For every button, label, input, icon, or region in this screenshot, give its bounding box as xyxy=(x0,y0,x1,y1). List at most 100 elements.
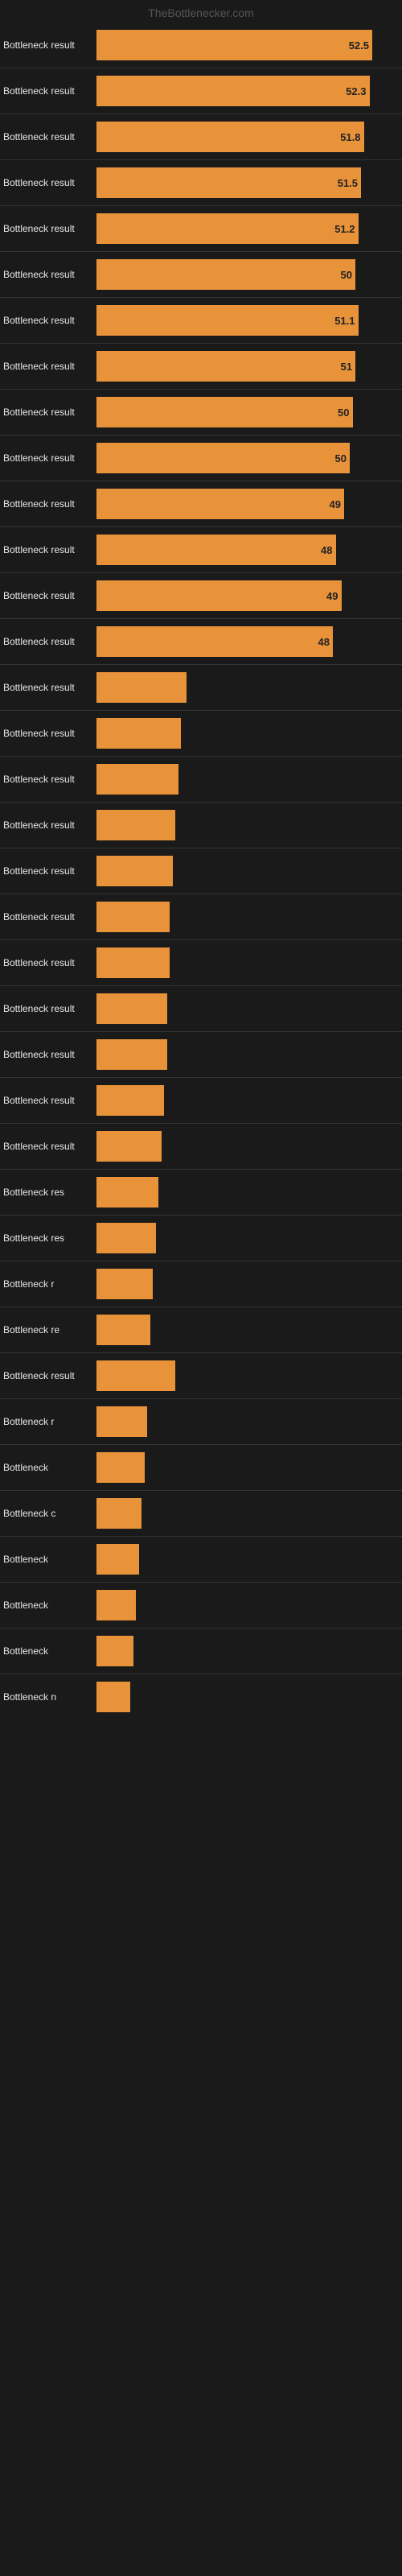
separator-3 xyxy=(0,205,402,206)
bar-label-30: Bottleneck r xyxy=(0,1416,96,1427)
separator-5 xyxy=(0,297,402,298)
bar-fill-22 xyxy=(96,1039,167,1070)
bar-row-0: Bottleneck result 52.5 xyxy=(0,24,402,66)
bar-value-11: 48 xyxy=(321,544,332,556)
separator-6 xyxy=(0,343,402,344)
bar-track-28 xyxy=(96,1315,402,1345)
bar-label-14: Bottleneck result xyxy=(0,682,96,693)
bar-label-2: Bottleneck result xyxy=(0,131,96,142)
bar-track-11: 48 xyxy=(96,535,402,565)
bar-track-7: 51 xyxy=(96,351,402,382)
separator-12 xyxy=(0,618,402,619)
bar-row-5: Bottleneck result 50 xyxy=(0,254,402,295)
bar-track-3: 51.5 xyxy=(96,167,402,198)
bar-label-16: Bottleneck result xyxy=(0,774,96,785)
bar-row-19: Bottleneck result xyxy=(0,896,402,938)
separator-29 xyxy=(0,1398,402,1399)
bar-row-33: Bottleneck xyxy=(0,1538,402,1580)
bar-fill-23 xyxy=(96,1085,164,1116)
bar-value-3: 51.5 xyxy=(338,177,358,189)
bar-row-11: Bottleneck result 48 xyxy=(0,529,402,571)
separator-11 xyxy=(0,572,402,573)
bar-track-33 xyxy=(96,1544,402,1575)
bar-row-20: Bottleneck result xyxy=(0,942,402,984)
bar-label-9: Bottleneck result xyxy=(0,452,96,464)
bar-track-5: 50 xyxy=(96,259,402,290)
bar-fill-32 xyxy=(96,1498,142,1529)
bar-row-4: Bottleneck result51.2 xyxy=(0,208,402,250)
bar-fill-5: 50 xyxy=(96,259,355,290)
bar-label-20: Bottleneck result xyxy=(0,957,96,968)
bar-track-18 xyxy=(96,856,402,886)
bar-fill-1: 52.3 xyxy=(96,76,370,106)
bar-label-11: Bottleneck result xyxy=(0,544,96,555)
bar-row-18: Bottleneck result xyxy=(0,850,402,892)
bar-row-3: Bottleneck result51.5 xyxy=(0,162,402,204)
bar-fill-16 xyxy=(96,764,178,795)
bar-track-4: 51.2 xyxy=(96,213,402,244)
bar-fill-31 xyxy=(96,1452,145,1483)
bar-fill-0: 52.5 xyxy=(96,30,372,60)
bar-label-21: Bottleneck result xyxy=(0,1003,96,1014)
bar-row-10: Bottleneck result 49 xyxy=(0,483,402,525)
bar-row-21: Bottleneck result xyxy=(0,988,402,1030)
separator-8 xyxy=(0,435,402,436)
bar-track-30 xyxy=(96,1406,402,1437)
separator-30 xyxy=(0,1444,402,1445)
bar-label-1: Bottleneck result xyxy=(0,85,96,97)
bar-row-9: Bottleneck result50 xyxy=(0,437,402,479)
bar-row-27: Bottleneck r xyxy=(0,1263,402,1305)
bar-track-27 xyxy=(96,1269,402,1299)
bar-value-5: 50 xyxy=(341,269,352,281)
bar-row-17: Bottleneck result xyxy=(0,804,402,846)
bar-fill-20 xyxy=(96,947,170,978)
bar-label-0: Bottleneck result xyxy=(0,39,96,51)
bar-fill-33 xyxy=(96,1544,139,1575)
bar-label-25: Bottleneck res xyxy=(0,1187,96,1198)
separator-14 xyxy=(0,710,402,711)
bar-label-10: Bottleneck result xyxy=(0,498,96,510)
bar-label-13: Bottleneck result xyxy=(0,636,96,647)
bar-value-0: 52.5 xyxy=(349,39,369,52)
bar-fill-27 xyxy=(96,1269,153,1299)
bar-label-34: Bottleneck xyxy=(0,1600,96,1611)
chart-area: Bottleneck result52.5Bottleneck result52… xyxy=(0,24,402,1718)
separator-19 xyxy=(0,939,402,940)
bar-row-35: Bottleneck xyxy=(0,1630,402,1672)
bar-track-35 xyxy=(96,1636,402,1666)
bar-value-10: 49 xyxy=(330,498,341,510)
bar-track-24 xyxy=(96,1131,402,1162)
bar-fill-21 xyxy=(96,993,167,1024)
bar-track-8: 50 xyxy=(96,397,402,427)
bar-label-23: Bottleneck result xyxy=(0,1095,96,1106)
bar-track-12: 49 xyxy=(96,580,402,611)
bar-fill-8: 50 xyxy=(96,397,353,427)
bar-label-18: Bottleneck result xyxy=(0,865,96,877)
bar-fill-25 xyxy=(96,1177,158,1208)
bar-value-4: 51.2 xyxy=(334,223,355,235)
bar-fill-18 xyxy=(96,856,173,886)
bar-label-19: Bottleneck result xyxy=(0,911,96,923)
bar-fill-34 xyxy=(96,1590,136,1620)
bar-fill-35 xyxy=(96,1636,133,1666)
bar-label-5: Bottleneck result xyxy=(0,269,96,280)
bar-label-12: Bottleneck result xyxy=(0,590,96,601)
bar-track-25 xyxy=(96,1177,402,1208)
bar-fill-12: 49 xyxy=(96,580,342,611)
bar-value-7: 51 xyxy=(341,361,352,373)
bar-fill-26 xyxy=(96,1223,156,1253)
bar-label-7: Bottleneck result xyxy=(0,361,96,372)
bar-label-22: Bottleneck result xyxy=(0,1049,96,1060)
bar-track-10: 49 xyxy=(96,489,402,519)
bar-label-26: Bottleneck res xyxy=(0,1232,96,1244)
separator-31 xyxy=(0,1490,402,1491)
separator-15 xyxy=(0,756,402,757)
bar-row-28: Bottleneck re xyxy=(0,1309,402,1351)
bar-row-31: Bottleneck xyxy=(0,1447,402,1488)
separator-13 xyxy=(0,664,402,665)
bar-value-6: 51.1 xyxy=(334,315,355,327)
bar-label-32: Bottleneck c xyxy=(0,1508,96,1519)
separator-16 xyxy=(0,802,402,803)
bar-track-14 xyxy=(96,672,402,703)
bar-track-34 xyxy=(96,1590,402,1620)
